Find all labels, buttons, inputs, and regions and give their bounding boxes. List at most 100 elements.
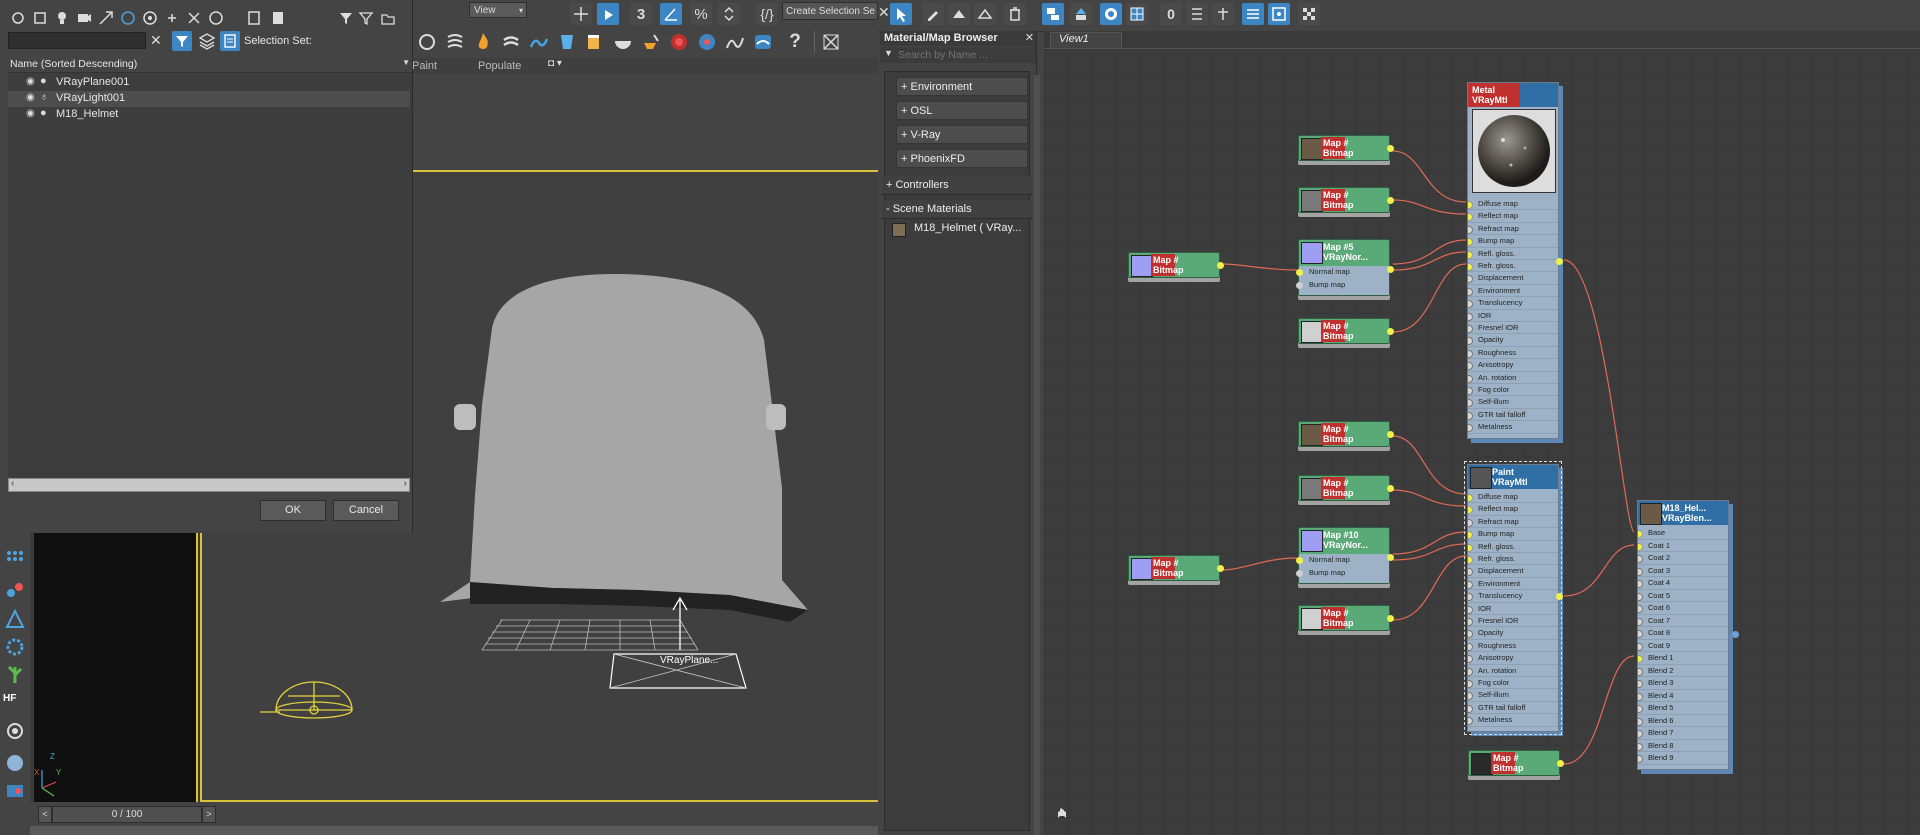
display-geometry-icon[interactable] bbox=[10, 10, 26, 29]
angle-snap-icon[interactable] bbox=[660, 3, 682, 25]
input-socket[interactable] bbox=[1468, 717, 1473, 726]
input-socket[interactable] bbox=[1638, 755, 1643, 763]
output-socket[interactable] bbox=[1732, 631, 1739, 638]
material-slot[interactable]: Blend 4 bbox=[1638, 690, 1728, 702]
material-slot[interactable]: Metalness bbox=[1468, 421, 1558, 434]
input-socket[interactable] bbox=[1468, 201, 1473, 209]
material-slot[interactable]: Coat 2 bbox=[1638, 552, 1728, 565]
material-slot[interactable]: Coat 1 bbox=[1638, 540, 1728, 552]
material-slot[interactable]: Coat 6 bbox=[1638, 602, 1728, 615]
spinner-snap-icon[interactable] bbox=[718, 3, 740, 25]
output-socket[interactable] bbox=[1217, 565, 1224, 572]
coil-icon[interactable] bbox=[5, 721, 25, 744]
category-osl[interactable]: + OSL bbox=[896, 101, 1028, 120]
category-environment[interactable]: + Environment bbox=[896, 77, 1028, 96]
slot-normal-map[interactable]: Normal map bbox=[1309, 267, 1350, 276]
eye-icon[interactable]: ◉ bbox=[26, 92, 35, 103]
material-slot[interactable]: GTR tail falloff bbox=[1468, 702, 1558, 715]
browser-vertical-scrollbar[interactable] bbox=[1034, 75, 1040, 835]
create-selection-set-field[interactable]: Create Selection Se bbox=[782, 2, 878, 20]
display-shapes-icon[interactable] bbox=[32, 10, 48, 29]
material-slot[interactable]: Refr. gloss. bbox=[1468, 553, 1558, 566]
material-slot[interactable]: Coat 4 bbox=[1638, 577, 1728, 590]
dots-tool-icon[interactable] bbox=[5, 549, 25, 570]
input-socket[interactable] bbox=[1638, 530, 1643, 538]
filter-icon[interactable] bbox=[358, 10, 374, 29]
input-socket[interactable] bbox=[1468, 630, 1473, 639]
material-slot[interactable]: Blend 9 bbox=[1638, 752, 1728, 765]
display-all-icon[interactable] bbox=[208, 10, 224, 29]
input-socket[interactable] bbox=[1638, 692, 1643, 701]
horizontal-scrollbar[interactable]: ‹ › bbox=[8, 478, 410, 492]
render-icon[interactable] bbox=[5, 781, 25, 804]
gear-icon[interactable] bbox=[5, 637, 25, 660]
snap-toggle-icon[interactable]: 3 bbox=[630, 3, 652, 25]
material-slot[interactable]: Reflect map bbox=[1468, 210, 1558, 223]
input-socket[interactable] bbox=[1638, 567, 1643, 576]
sphere-icon[interactable] bbox=[5, 753, 25, 776]
scene-material-item[interactable]: M18_Helmet ( VRay... bbox=[892, 222, 1026, 237]
input-socket[interactable] bbox=[1468, 618, 1473, 626]
material-slot[interactable]: Blend 7 bbox=[1638, 727, 1728, 740]
display-cameras-icon[interactable] bbox=[76, 10, 92, 29]
input-socket[interactable] bbox=[1638, 592, 1643, 601]
timeline-next-button[interactable]: > bbox=[202, 806, 216, 823]
explorer-search-input[interactable] bbox=[8, 32, 146, 49]
input-socket[interactable] bbox=[1638, 730, 1643, 738]
input-socket[interactable] bbox=[1468, 374, 1473, 383]
particle-icon[interactable] bbox=[5, 581, 25, 604]
view-dropdown[interactable]: View ▾ bbox=[469, 2, 527, 18]
bitmap-node-4[interactable]: Map # Bitmap bbox=[1298, 318, 1394, 344]
input-socket[interactable] bbox=[1638, 680, 1643, 688]
input-socket[interactable] bbox=[1468, 287, 1473, 296]
material-slot[interactable]: Environment bbox=[1468, 285, 1558, 298]
display-helpers-icon[interactable] bbox=[98, 10, 114, 29]
input-socket[interactable] bbox=[1468, 518, 1473, 527]
input-socket[interactable] bbox=[1468, 642, 1473, 651]
folder-icon[interactable] bbox=[380, 10, 396, 29]
close-browser-icon[interactable]: ✕ bbox=[1025, 31, 1034, 44]
explorer-column-header[interactable]: Name (Sorted Descending) ▼ bbox=[8, 58, 412, 73]
material-slot[interactable]: Metalness bbox=[1468, 714, 1558, 727]
display-xrefs-icon[interactable] bbox=[164, 10, 180, 29]
eyedropper-icon[interactable] bbox=[922, 3, 944, 25]
edit-named-sets-icon[interactable]: {/} bbox=[756, 3, 778, 25]
material-slot[interactable]: Blend 8 bbox=[1638, 740, 1728, 752]
tab-paint[interactable]: Paint bbox=[412, 60, 437, 72]
tab-populate[interactable]: Populate bbox=[478, 60, 521, 72]
timeline-prev-button[interactable]: < bbox=[38, 806, 52, 823]
material-slot[interactable]: An. rotation bbox=[1468, 372, 1558, 384]
percent-snap-icon[interactable]: % bbox=[690, 3, 712, 25]
input-socket[interactable] bbox=[1468, 275, 1473, 284]
bitmap-node-7[interactable]: Map # Bitmap bbox=[1128, 555, 1224, 581]
material-slot[interactable]: Diffuse map bbox=[1468, 198, 1558, 211]
input-socket[interactable] bbox=[1638, 605, 1643, 613]
bitmap-node-5[interactable]: Map # Bitmap bbox=[1298, 421, 1394, 447]
browser-search-input[interactable] bbox=[896, 47, 1030, 62]
material-slot[interactable]: Blend 2 bbox=[1638, 665, 1728, 677]
input-socket[interactable] bbox=[1468, 250, 1473, 259]
hf-icon[interactable]: HF bbox=[3, 693, 16, 704]
spring-tool-icon[interactable] bbox=[444, 31, 466, 53]
input-socket[interactable] bbox=[1296, 282, 1303, 289]
category-phoenixfd[interactable]: + PhoenixFD bbox=[896, 149, 1028, 168]
fire-icon[interactable] bbox=[472, 31, 494, 53]
input-socket[interactable] bbox=[1468, 263, 1473, 271]
material-slot[interactable]: Coat 9 bbox=[1638, 640, 1728, 652]
input-socket[interactable] bbox=[1468, 387, 1473, 395]
output-socket[interactable] bbox=[1557, 760, 1564, 767]
material-slot[interactable]: Opacity bbox=[1468, 334, 1558, 347]
output-socket[interactable] bbox=[1387, 615, 1394, 622]
material-slot[interactable]: IOR bbox=[1468, 310, 1558, 322]
material-slot[interactable]: Refract map bbox=[1468, 223, 1558, 236]
material-slot[interactable]: Fog color bbox=[1468, 677, 1558, 690]
material-slot[interactable]: Fresnel IOR bbox=[1468, 322, 1558, 335]
list-item[interactable]: ◉ ● VRayPlane001 bbox=[8, 75, 410, 91]
input-socket[interactable] bbox=[1468, 667, 1473, 676]
material-slot[interactable]: Displacement bbox=[1468, 565, 1558, 578]
input-socket[interactable] bbox=[1468, 704, 1473, 713]
bitmap-node-9[interactable]: Map # Bitmap bbox=[1468, 750, 1564, 776]
input-socket[interactable] bbox=[1638, 667, 1643, 676]
controllers-header[interactable]: + Controllers bbox=[882, 176, 1032, 195]
metal-vraymtl-node[interactable]: Metal VRayMtl Diffuse map Reflect map Refra… bbox=[1467, 82, 1563, 439]
